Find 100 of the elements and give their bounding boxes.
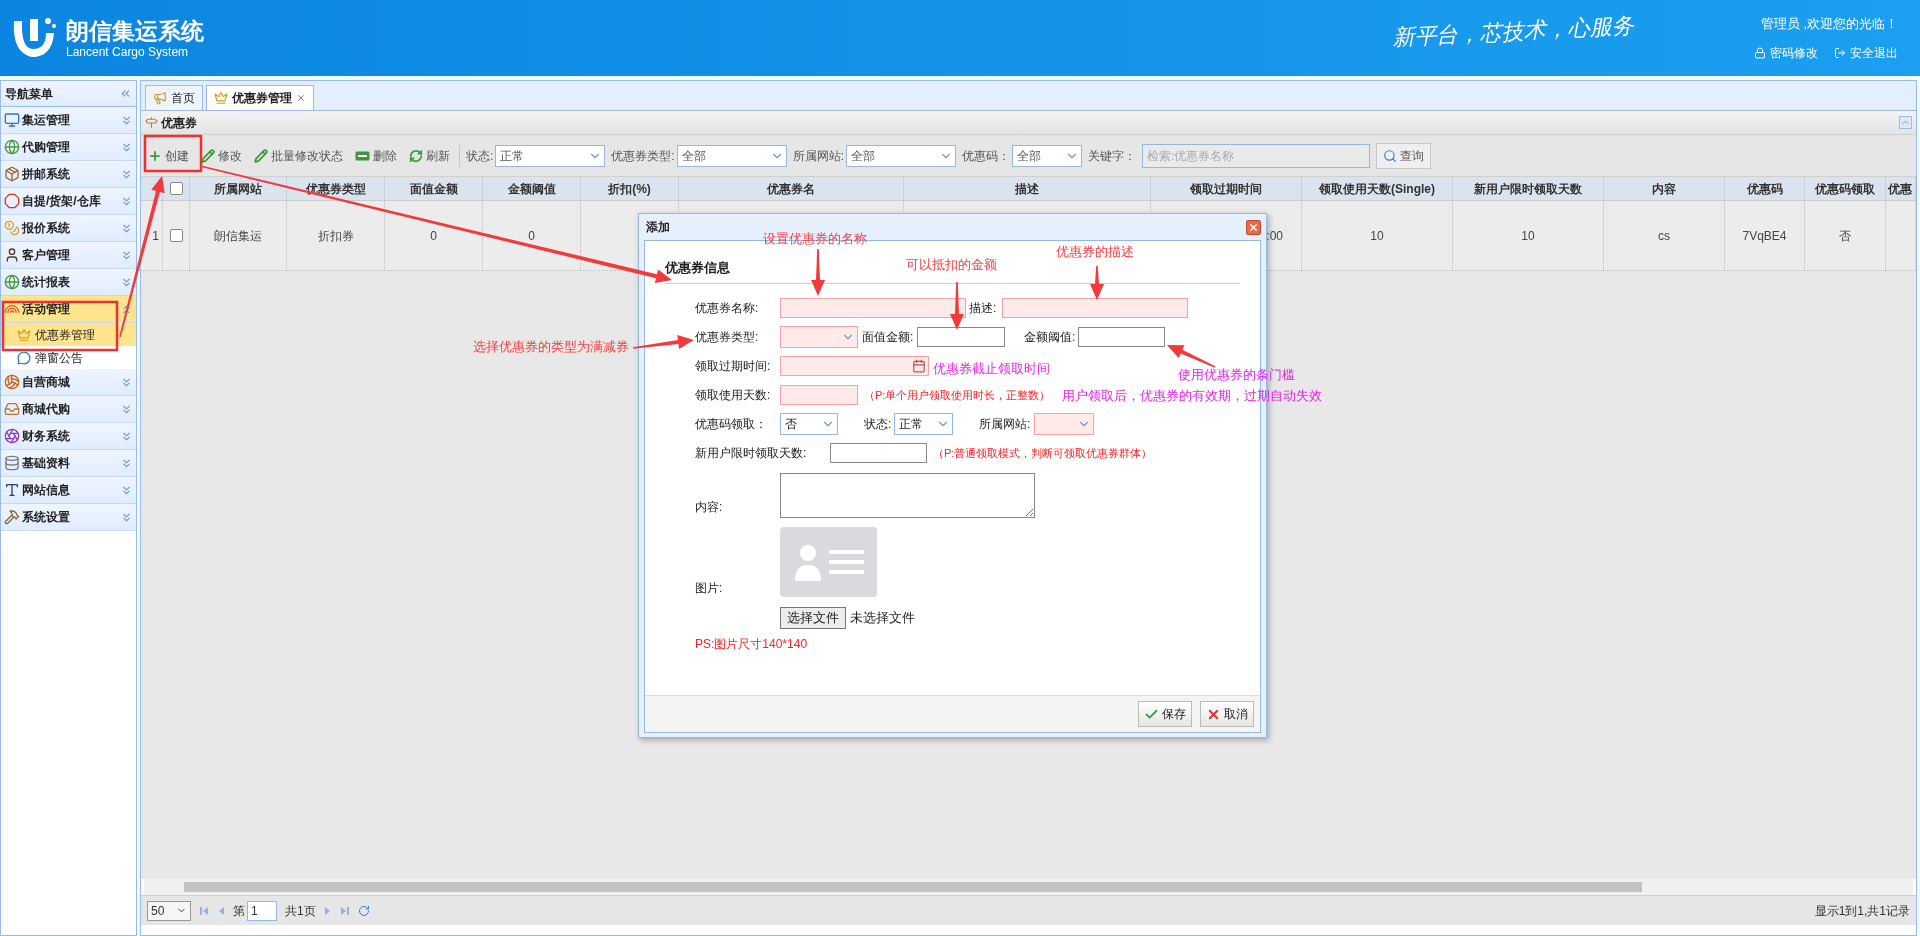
ball-icon <box>4 374 20 390</box>
filter-select[interactable]: 全部 <box>676 144 787 167</box>
megaphone-icon <box>153 91 167 105</box>
keyword-field[interactable]: 检索:优惠券名称 <box>1142 143 1371 168</box>
minus-box-icon <box>355 150 370 161</box>
calendar-icon <box>912 359 926 373</box>
toolbar-button[interactable]: 刷新 <box>406 142 453 169</box>
sidebar-item[interactable]: 活动管理 <box>1 296 136 323</box>
column-header: 优惠码领取 <box>1805 177 1886 200</box>
crown-icon <box>17 327 31 342</box>
text-field[interactable] <box>1002 298 1188 318</box>
text-field[interactable] <box>917 327 1005 347</box>
octagon-icon <box>4 193 20 209</box>
filter-label: 关键字： <box>1088 147 1137 165</box>
pencil-icon <box>254 148 268 163</box>
table-cell-text: 0 <box>430 227 437 245</box>
letter-icon <box>4 482 20 498</box>
horizontal-scrollbar[interactable] <box>144 879 1913 895</box>
tab[interactable]: 首页 <box>145 85 203 110</box>
sidebar-item[interactable]: 拼邮系统 <box>1 161 136 188</box>
column-header: 领取过期时间 <box>1151 177 1302 200</box>
annotation-text: 优惠券的描述 <box>1056 244 1134 260</box>
column-header: 面值金额 <box>385 177 483 200</box>
annotation-arrow <box>950 282 964 330</box>
sidebar-item[interactable]: 网站信息 <box>1 477 136 504</box>
column-header: 领取使用天数(Single) <box>1302 177 1453 200</box>
checkbox[interactable] <box>169 182 183 195</box>
filter-label: 状态: <box>466 147 494 165</box>
monitor-icon <box>4 112 20 128</box>
page-size-select[interactable]: 50 <box>147 900 191 921</box>
aperture-icon <box>4 428 20 444</box>
file-status: 未选择文件 <box>850 608 915 627</box>
sidebar-item[interactable]: 自营商城 <box>1 369 136 396</box>
annotation-text: 优惠券截止领取时间 <box>933 361 1050 377</box>
last-page-icon[interactable] <box>339 905 350 916</box>
search-button[interactable]: 查询 <box>1376 142 1432 169</box>
text-field[interactable] <box>1078 327 1165 347</box>
page-number-field[interactable]: 1 <box>247 900 277 921</box>
choose-file-button[interactable]: 选择文件 <box>780 606 846 629</box>
text-field[interactable] <box>780 385 858 405</box>
record-summary: 显示1到1,共1记录 <box>1814 902 1910 920</box>
sidebar-item[interactable]: 基础资料 <box>1 450 136 477</box>
sidebar-item[interactable]: 报价系统 <box>1 215 136 242</box>
first-page-icon[interactable] <box>199 905 209 916</box>
toolbar-button[interactable]: 修改 <box>198 142 245 169</box>
exit-icon <box>1834 46 1846 59</box>
text-field[interactable] <box>830 443 927 463</box>
dialog-title: 添加 <box>646 219 670 236</box>
select-field[interactable]: 正常 <box>894 413 953 435</box>
table-cell-text: 朗信集运 <box>214 227 262 245</box>
select-field[interactable]: 否 <box>780 413 838 435</box>
sidebar-title: 导航菜单 <box>5 85 53 103</box>
column-header: 内容 <box>1604 177 1725 200</box>
filter-select[interactable]: 全部 <box>846 144 957 167</box>
sidebar-item[interactable]: 客户管理 <box>1 242 136 269</box>
filter-label: 优惠码： <box>962 147 1011 165</box>
close-icon <box>1248 221 1259 233</box>
row-number: 1 <box>152 227 159 245</box>
refresh-icon <box>409 148 423 163</box>
toolbar-button[interactable]: 创建 <box>145 142 192 169</box>
checkbox[interactable] <box>169 229 183 242</box>
table-cell-text: 否 <box>1839 227 1851 245</box>
sidebar-item[interactable]: 自提/货架/仓库 <box>1 188 136 215</box>
user-icon <box>4 247 20 263</box>
save-button[interactable]: 保存 <box>1138 701 1192 727</box>
sidebar-subitem[interactable]: 优惠券管理 <box>1 323 136 346</box>
sidebar-item[interactable]: 集运管理 <box>1 107 136 134</box>
search-icon <box>1383 148 1398 163</box>
refresh-icon[interactable] <box>357 904 370 917</box>
content-textarea[interactable] <box>780 472 1035 518</box>
sidebar-item[interactable]: 代购管理 <box>1 134 136 161</box>
toolbar-button[interactable]: 删除 <box>352 142 400 169</box>
filter-select[interactable]: 全部 <box>1012 144 1083 167</box>
select-field[interactable] <box>780 326 858 348</box>
speech-bubble-icon <box>17 350 31 365</box>
collapse-icon[interactable] <box>1899 116 1912 129</box>
cancel-button[interactable]: 取消 <box>1200 701 1254 727</box>
column-header: 新用户限时领取天数 <box>1453 177 1604 200</box>
previous-page-icon[interactable] <box>217 905 225 916</box>
sidebar-item[interactable]: 统计报表 <box>1 269 136 296</box>
date-field[interactable] <box>780 356 929 376</box>
highlight-frame <box>143 134 203 173</box>
sidebar-item[interactable]: 商城代购 <box>1 396 136 423</box>
text-field[interactable] <box>780 298 966 318</box>
table-cell-text: 7VqBE4 <box>1742 227 1787 245</box>
tab[interactable]: 优惠券管理 <box>206 85 314 110</box>
select-field[interactable] <box>1034 413 1094 435</box>
close-icon[interactable] <box>296 93 306 103</box>
filter-label: 所属网站: <box>792 147 845 165</box>
close-button[interactable] <box>1246 219 1261 235</box>
field-label: 描述: <box>969 301 997 315</box>
collapse-icon[interactable] <box>119 87 132 100</box>
annotation-text: 可以抵扣的金额 <box>906 257 997 273</box>
sidebar-item[interactable]: 系统设置 <box>1 504 136 531</box>
next-page-icon[interactable] <box>323 905 332 916</box>
plus-icon <box>148 148 162 163</box>
signpost-icon <box>145 116 158 129</box>
toolbar-button[interactable]: 批量修改状态 <box>251 142 346 169</box>
sidebar-item[interactable]: 财务系统 <box>1 423 136 450</box>
filter-select[interactable]: 正常 <box>495 144 606 167</box>
